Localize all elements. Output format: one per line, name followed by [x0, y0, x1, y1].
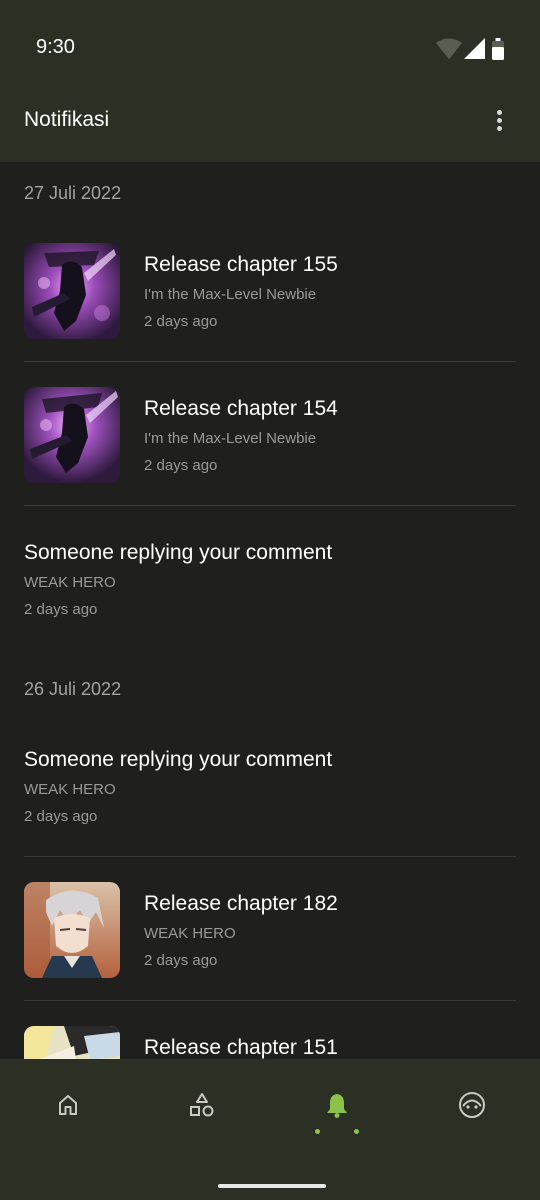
divider	[24, 1000, 516, 1001]
notification-item[interactable]: Release chapter 182 WEAK HERO 2 days ago	[0, 882, 540, 1000]
profile-icon	[459, 1092, 485, 1118]
notification-time: 2 days ago	[144, 952, 218, 969]
more-options-button[interactable]	[488, 108, 512, 136]
notification-title: Release chapter 155	[144, 253, 338, 276]
app-bar: Notifikasi	[0, 98, 540, 162]
divider	[24, 856, 516, 857]
comic-thumbnail	[24, 387, 120, 483]
date-header: 27 Juli 2022	[24, 183, 122, 203]
nav-notifications[interactable]	[307, 1087, 367, 1134]
notification-time: 2 days ago	[144, 313, 218, 330]
notification-title: Release chapter 154	[144, 397, 338, 420]
notification-subtitle: I'm the Max-Level Newbie	[144, 286, 317, 303]
active-indicator-dot	[354, 1129, 359, 1134]
notification-item[interactable]: Release chapter 154 I'm the Max-Level Ne…	[0, 387, 540, 505]
notification-title: Someone replying your comment	[24, 541, 333, 564]
notification-item[interactable]: Release chapter 155 I'm the Max-Level Ne…	[0, 243, 540, 361]
home-icon	[59, 1095, 77, 1115]
notification-time: 2 days ago	[24, 808, 98, 825]
divider	[24, 361, 516, 362]
status-time: 9:30	[36, 36, 75, 58]
notification-time: 2 days ago	[144, 457, 218, 474]
active-indicator-dot	[315, 1129, 320, 1134]
comic-thumbnail	[24, 882, 120, 978]
status-icons	[436, 38, 506, 62]
notification-title: Someone replying your comment	[24, 748, 333, 771]
notification-time: 2 days ago	[24, 601, 98, 618]
date-header: 26 Juli 2022	[24, 679, 122, 699]
wifi-icon	[436, 38, 462, 59]
notification-item[interactable]: Someone replying your comment WEAK HERO …	[0, 738, 540, 838]
notification-title: Release chapter 182	[144, 892, 338, 915]
notification-title: Release chapter 151	[144, 1036, 338, 1059]
home-indicator[interactable]	[218, 1184, 326, 1188]
notification-subtitle: WEAK HERO	[24, 781, 116, 798]
notification-item[interactable]: Someone replying your comment WEAK HERO …	[0, 531, 540, 631]
more-vert-icon	[497, 110, 502, 115]
more-vert-icon-dot	[497, 118, 502, 123]
comic-thumbnail	[24, 1026, 120, 1059]
notification-subtitle: WEAK HERO	[144, 925, 236, 942]
page-title: Notifikasi	[24, 108, 110, 131]
notification-item[interactable]: Release chapter 151	[0, 1026, 540, 1059]
bell-icon	[327, 1094, 347, 1118]
cellular-signal-icon	[464, 38, 485, 59]
nav-home[interactable]	[38, 1087, 98, 1123]
bottom-navigation	[0, 1059, 540, 1200]
notification-subtitle: WEAK HERO	[24, 574, 116, 591]
explore-shapes-icon	[190, 1093, 214, 1117]
comic-thumbnail	[24, 243, 120, 339]
notification-list[interactable]: 27 Juli 2022 Release chapter 155 I'm the…	[0, 162, 540, 1059]
nav-explore[interactable]	[172, 1087, 232, 1123]
more-vert-icon-dot	[497, 126, 502, 131]
divider	[24, 505, 516, 506]
nav-profile[interactable]	[442, 1087, 502, 1123]
status-bar: 9:30	[0, 0, 540, 98]
notification-subtitle: I'm the Max-Level Newbie	[144, 430, 317, 447]
battery-icon	[492, 38, 504, 60]
